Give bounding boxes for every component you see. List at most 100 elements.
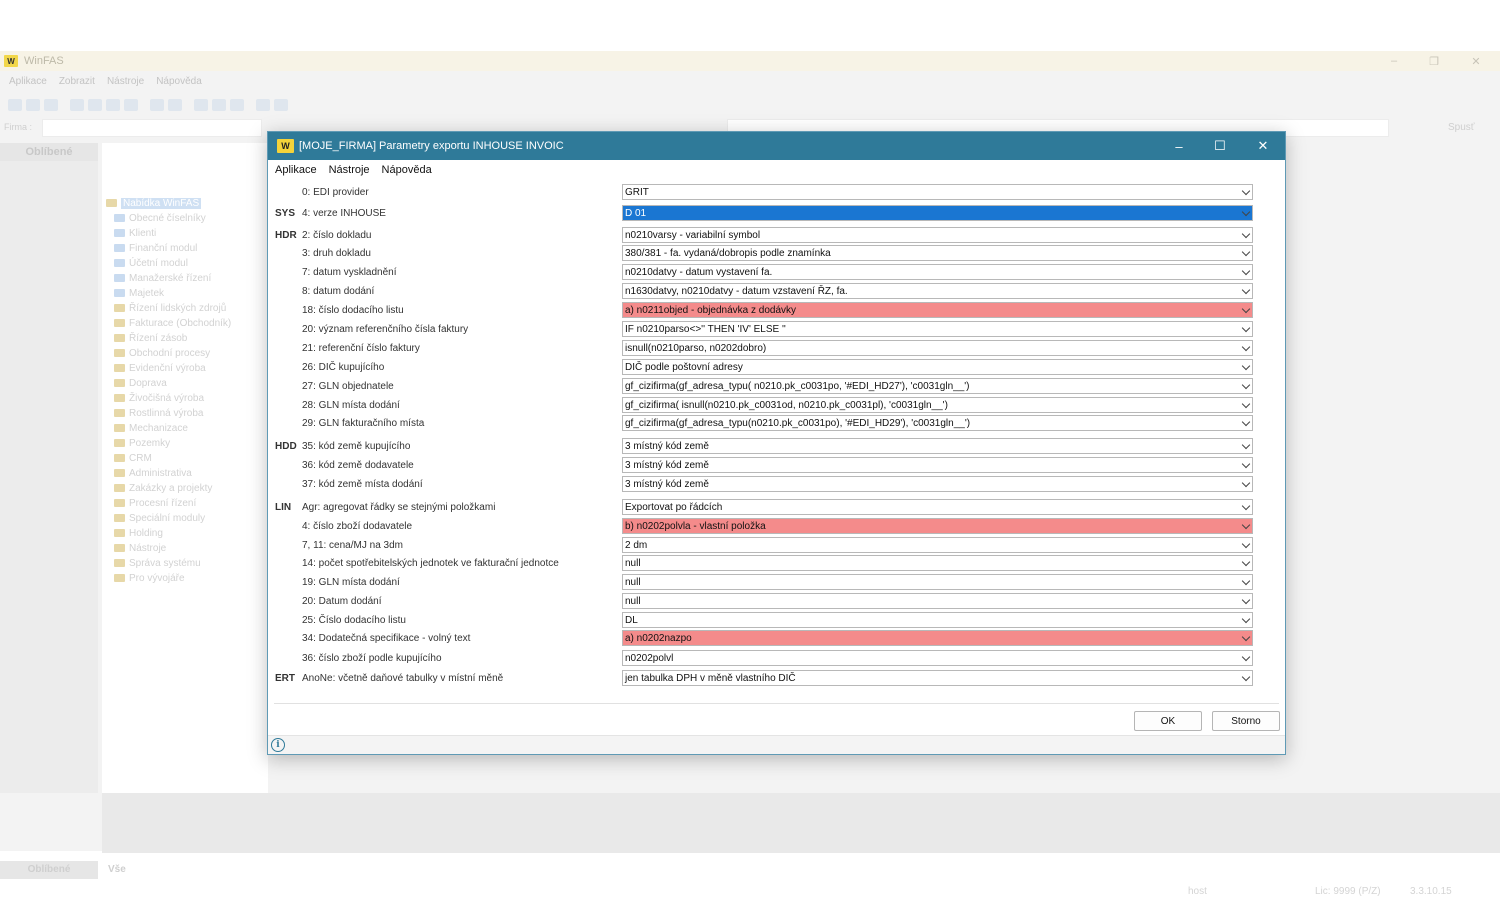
- chevron-down-icon[interactable]: [1238, 613, 1253, 628]
- tree-item[interactable]: Manažerské řízení: [114, 271, 211, 285]
- parameter-value-select[interactable]: n1630datvy, n0210datvy - datum vzstavení…: [622, 283, 1253, 299]
- app-menu-nastroje[interactable]: Nástroje: [107, 76, 144, 87]
- tree-item[interactable]: Pozemky: [114, 436, 170, 450]
- parameter-value-select[interactable]: null: [622, 555, 1253, 571]
- tree-item[interactable]: Nástroje: [114, 541, 166, 555]
- chevron-down-icon[interactable]: [1238, 556, 1253, 571]
- parameter-value-select[interactable]: GRIT: [622, 184, 1253, 200]
- tree-item[interactable]: CRM: [114, 451, 152, 465]
- tree-item[interactable]: Účetní modul: [114, 256, 188, 270]
- toolbar-refresh-icon[interactable]: [106, 99, 120, 111]
- toolbar-add-icon[interactable]: [194, 99, 208, 111]
- tree-item[interactable]: Řízení lidských zdrojů: [114, 301, 226, 315]
- chevron-down-icon[interactable]: [1238, 246, 1253, 261]
- chevron-down-icon[interactable]: [1238, 439, 1253, 454]
- parameter-value-select[interactable]: a) n0202nazpo: [622, 630, 1253, 646]
- tree-item[interactable]: Pro vývojáře: [114, 571, 185, 585]
- chevron-down-icon[interactable]: [1238, 477, 1253, 492]
- toolbar-filter-icon[interactable]: [168, 99, 182, 111]
- tree-item[interactable]: Obecné číselníky: [114, 211, 206, 225]
- app-menu-aplikace[interactable]: Aplikace: [9, 76, 47, 87]
- chevron-down-icon[interactable]: [1238, 631, 1253, 646]
- toolbar-view-icon[interactable]: [8, 99, 22, 111]
- toolbar-up-icon[interactable]: [124, 99, 138, 111]
- tree-item[interactable]: Mechanizace: [114, 421, 188, 435]
- storno-button[interactable]: Storno: [1212, 711, 1280, 731]
- tab-vse[interactable]: Vše: [108, 864, 126, 875]
- ok-button[interactable]: OK: [1134, 711, 1202, 731]
- parameter-value-select[interactable]: DL: [622, 612, 1253, 628]
- parameter-value-select[interactable]: a) n0211objed - objednávka z dodávky: [622, 302, 1253, 318]
- tree-root[interactable]: Nabídka WinFAS: [106, 196, 202, 210]
- chevron-down-icon[interactable]: [1238, 206, 1253, 221]
- chevron-down-icon[interactable]: [1238, 575, 1253, 590]
- chevron-down-icon[interactable]: [1238, 185, 1253, 200]
- parameter-value-select[interactable]: D 01: [622, 205, 1253, 221]
- dialog-maximize-icon[interactable]: ☐: [1200, 132, 1240, 160]
- parameter-value-select[interactable]: jen tabulka DPH v měně vlastního DIČ: [622, 670, 1253, 686]
- parameter-value-select[interactable]: n0210varsy - variabilní symbol: [622, 227, 1253, 243]
- chevron-down-icon[interactable]: [1238, 500, 1253, 515]
- chevron-down-icon[interactable]: [1238, 322, 1253, 337]
- tree-item[interactable]: Speciální moduly: [114, 511, 205, 525]
- tree-item[interactable]: Zakázky a projekty: [114, 481, 212, 495]
- toolbar-list-icon[interactable]: [44, 99, 58, 111]
- tree-item[interactable]: Klienti: [114, 226, 156, 240]
- app-menu-napoveda[interactable]: Nápověda: [156, 76, 202, 87]
- parameter-value-select[interactable]: IF n0210parso<>'' THEN 'IV' ELSE '': [622, 321, 1253, 337]
- toolbar-back-icon[interactable]: [70, 99, 84, 111]
- chevron-down-icon[interactable]: [1238, 265, 1253, 280]
- dialog-minimize-icon[interactable]: –: [1159, 132, 1199, 160]
- parameter-value-select[interactable]: DIČ podle poštovní adresy: [622, 359, 1253, 375]
- tree-item[interactable]: Řízení zásob: [114, 331, 187, 345]
- tree-item[interactable]: Procesní řízení: [114, 496, 196, 510]
- toolbar-monitor-icon[interactable]: [256, 99, 270, 111]
- app-menu-zobrazit[interactable]: Zobrazit: [59, 76, 95, 87]
- spustit-button[interactable]: Spusť: [1448, 122, 1475, 133]
- chevron-down-icon[interactable]: [1238, 416, 1253, 431]
- parameter-value-select[interactable]: gf_cizifirma(gf_adresa_typu( n0210.pk_c0…: [622, 378, 1253, 394]
- chevron-down-icon[interactable]: [1238, 594, 1253, 609]
- tree-item[interactable]: Evidenční výroba: [114, 361, 206, 375]
- firma-input[interactable]: [42, 119, 262, 137]
- parameter-value-select[interactable]: b) n0202polvla - vlastní položka: [622, 518, 1253, 534]
- tree-item[interactable]: Fakturace (Obchodník): [114, 316, 231, 330]
- chevron-down-icon[interactable]: [1238, 379, 1253, 394]
- dialog-close-icon[interactable]: ✕: [1243, 132, 1283, 160]
- chevron-down-icon[interactable]: [1238, 671, 1253, 686]
- tree-item[interactable]: Majetek: [114, 286, 164, 300]
- info-icon[interactable]: i: [271, 738, 285, 752]
- app-minimize-icon[interactable]: –: [1374, 51, 1414, 71]
- toolbar-remove-icon[interactable]: [212, 99, 226, 111]
- parameter-value-select[interactable]: 380/381 - fa. vydaná/dobropis podle znam…: [622, 245, 1253, 261]
- dialog-menu-nastroje[interactable]: Nástroje: [329, 164, 370, 176]
- tree-item[interactable]: Finanční modul: [114, 241, 197, 255]
- parameter-value-select[interactable]: null: [622, 593, 1253, 609]
- parameter-value-select[interactable]: null: [622, 574, 1253, 590]
- chevron-down-icon[interactable]: [1238, 458, 1253, 473]
- chevron-down-icon[interactable]: [1238, 538, 1253, 553]
- tree-item[interactable]: Obchodní procesy: [114, 346, 210, 360]
- chevron-down-icon[interactable]: [1238, 519, 1253, 534]
- toolbar-grid-icon[interactable]: [26, 99, 40, 111]
- chevron-down-icon[interactable]: [1238, 398, 1253, 413]
- app-restore-icon[interactable]: ❐: [1414, 51, 1454, 71]
- parameter-value-select[interactable]: n0202polvl: [622, 650, 1253, 666]
- dialog-menu-napoveda[interactable]: Nápověda: [382, 164, 432, 176]
- toolbar-sort-icon[interactable]: [150, 99, 164, 111]
- chevron-down-icon[interactable]: [1238, 303, 1253, 318]
- chevron-down-icon[interactable]: [1238, 228, 1253, 243]
- parameter-value-select[interactable]: n0210datvy - datum vystavení fa.: [622, 264, 1253, 280]
- tree-item[interactable]: Doprava: [114, 376, 167, 390]
- chevron-down-icon[interactable]: [1238, 360, 1253, 375]
- chevron-down-icon[interactable]: [1238, 341, 1253, 356]
- parameter-value-select[interactable]: 3 místný kód země: [622, 457, 1253, 473]
- parameter-value-select[interactable]: 2 dm: [622, 537, 1253, 553]
- parameter-value-select[interactable]: 3 místný kód země: [622, 476, 1253, 492]
- parameter-value-select[interactable]: gf_cizifirma(gf_adresa_typu(n0210.pk_c00…: [622, 415, 1253, 431]
- parameter-value-select[interactable]: isnull(n0210parso, n0202dobro): [622, 340, 1253, 356]
- tree-item[interactable]: Holding: [114, 526, 163, 540]
- chevron-down-icon[interactable]: [1238, 651, 1253, 666]
- tab-oblibene[interactable]: Oblíbené: [0, 861, 98, 879]
- parameter-value-select[interactable]: 3 místný kód země: [622, 438, 1253, 454]
